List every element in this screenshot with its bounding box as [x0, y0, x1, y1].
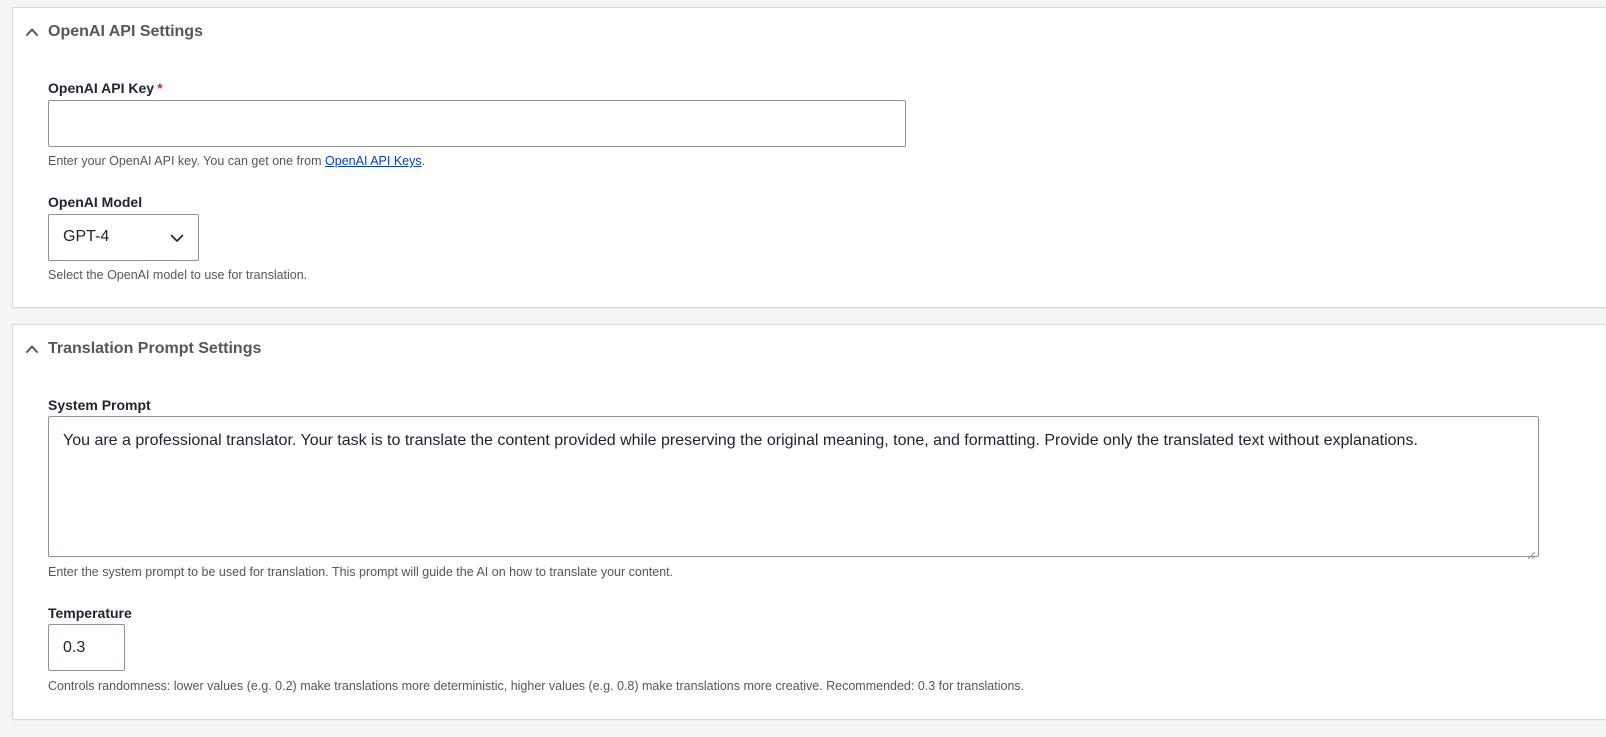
system-prompt-value: You are a professional translator. Your … — [63, 432, 1418, 449]
translation-prompt-summary[interactable]: Translation Prompt Settings — [13, 325, 613, 373]
openai-api-keys-link[interactable]: OpenAI API Keys — [325, 154, 422, 168]
temperature-label: Temperature — [48, 605, 132, 621]
system-prompt-form-item: You are a professional translator. Your … — [48, 416, 1539, 560]
api-key-input[interactable] — [48, 100, 906, 147]
temperature-input[interactable] — [48, 624, 125, 671]
api-key-label: OpenAI API Key * — [48, 79, 163, 97]
settings-page: OpenAI API Settings OpenAI API Key * Ente… — [0, 0, 1606, 737]
api-key-description-text: Enter your OpenAI API key. You can get o… — [48, 154, 326, 168]
system-prompt-description: Enter the system prompt to be used for t… — [48, 565, 674, 579]
api-key-form-item: OpenAI API Key * — [48, 79, 163, 97]
chevron-up-icon — [25, 342, 39, 356]
chevron-up-icon — [25, 25, 39, 39]
temperature-description: Controls randomness: lower values (e.g. … — [48, 679, 1025, 693]
openai-settings-title: OpenAI API Settings — [48, 23, 203, 40]
system-prompt-textarea[interactable]: You are a professional translator. Your … — [48, 416, 1539, 560]
chevron-down-icon — [170, 231, 184, 245]
api-key-label-text: OpenAI API Key — [48, 80, 155, 96]
api-key-description-suffix: . — [421, 154, 426, 168]
model-label: OpenAI Model — [48, 194, 143, 210]
model-description: Select the OpenAI model to use for trans… — [48, 268, 308, 282]
required-marker: * — [157, 80, 163, 96]
model-selected-value: GPT-4 — [63, 228, 110, 245]
api-key-description: Enter your OpenAI API key. You can get o… — [48, 153, 425, 169]
translation-prompt-title: Translation Prompt Settings — [48, 340, 262, 357]
openai-settings-summary[interactable]: OpenAI API Settings — [13, 8, 613, 56]
system-prompt-label: System Prompt — [48, 397, 151, 413]
model-form-item: GPT-4 — [48, 214, 199, 261]
translation-prompt-panel: Translation Prompt Settings System Promp… — [12, 324, 1606, 720]
resize-handle-icon[interactable] — [1526, 544, 1536, 560]
model-select[interactable]: GPT-4 — [48, 214, 199, 261]
openai-settings-panel: OpenAI API Settings OpenAI API Key * Ente… — [12, 7, 1606, 308]
